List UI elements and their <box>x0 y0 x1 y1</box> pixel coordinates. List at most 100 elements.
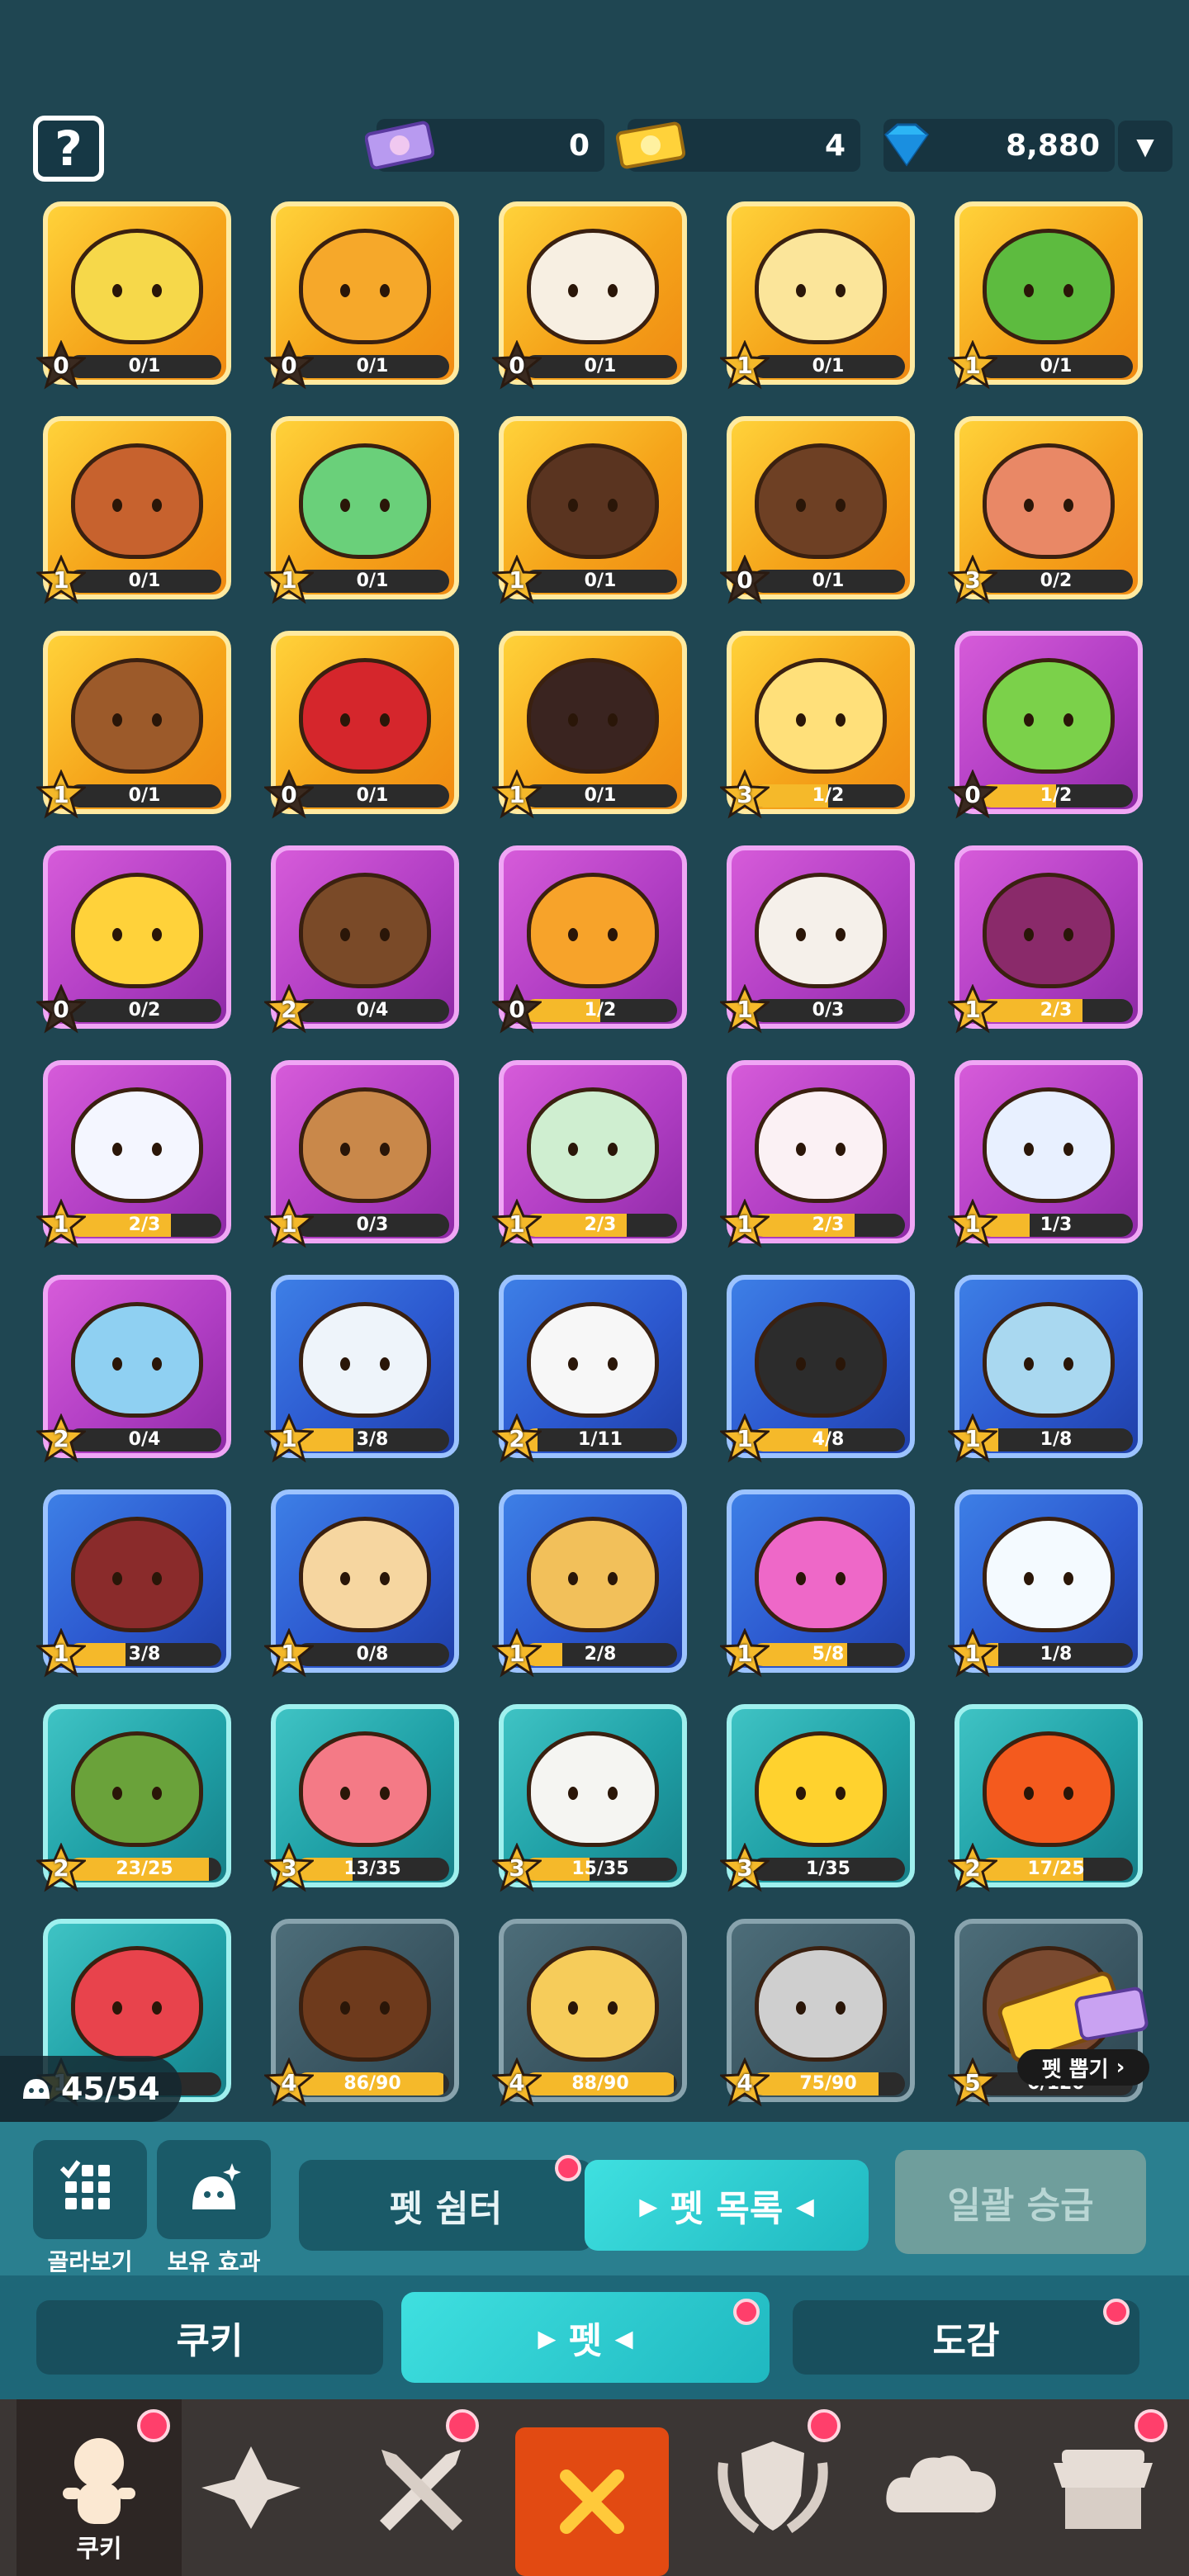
pet-card[interactable]: 5/8 1 <box>720 1489 918 1684</box>
pet-card[interactable]: 0/1 0 <box>492 201 690 396</box>
pet-card[interactable]: 15/35 3 <box>492 1704 690 1899</box>
pet-card[interactable]: 1/11 2 <box>492 1275 690 1470</box>
bulk-upgrade-button[interactable]: 일괄 승급 <box>895 2150 1146 2254</box>
pet-level-star-icon: 4 <box>264 2057 314 2107</box>
pet-card[interactable]: 2/3 1 <box>948 845 1146 1040</box>
pet-card[interactable]: 1/35 3 <box>720 1704 918 1899</box>
nav-rank[interactable] <box>168 2399 334 2576</box>
pet-progress-label: 3/8 <box>128 1644 161 1664</box>
pet-progress-bar: 0/1 <box>523 784 677 807</box>
pet-card[interactable]: 0/1 1 <box>948 201 1146 396</box>
pet-card[interactable]: 1/2 0 <box>492 845 690 1040</box>
pet-portrait <box>299 657 431 774</box>
nav-cookie-notification-dot <box>137 2409 170 2442</box>
pet-progress-label: 75/90 <box>799 2073 857 2094</box>
pet-card[interactable]: 0/8 1 <box>264 1489 462 1684</box>
pet-card[interactable]: 0/3 1 <box>720 845 918 1040</box>
pet-progress-bar: 0/1 <box>68 570 221 593</box>
pet-portrait <box>755 872 887 988</box>
pet-card[interactable]: 86/90 4 <box>264 1919 462 2114</box>
pet-card[interactable]: 1/8 1 <box>948 1489 1146 1684</box>
pet-progress-bar: 0/3 <box>751 999 905 1022</box>
diamond-icon <box>872 116 941 173</box>
nav-battle-notification-dot <box>446 2409 479 2442</box>
nav-guild-notification-dot <box>808 2409 841 2442</box>
pet-card[interactable]: 88/90 4 <box>492 1919 690 2114</box>
pet-level-star-icon: 3 <box>720 769 770 819</box>
pet-card[interactable]: 0/1 0 <box>264 631 462 826</box>
pet-portrait <box>71 1731 203 1847</box>
pet-portrait <box>71 228 203 344</box>
pet-level-star-icon: 4 <box>492 2057 542 2107</box>
pet-card[interactable]: 0/1 0 <box>264 201 462 396</box>
pet-gacha-button[interactable]: 펫 뽑기 › <box>988 1972 1153 2087</box>
pet-card[interactable]: 0/1 1 <box>492 631 690 826</box>
pet-level-star-icon: 3 <box>264 1843 314 1892</box>
top-bar: ? 0 4 8,880 ▼ <box>0 99 1189 190</box>
pet-card[interactable]: 2/8 1 <box>492 1489 690 1684</box>
pet-card[interactable]: 0/2 0 <box>36 845 234 1040</box>
currency-dropdown-button[interactable]: ▼ <box>1118 121 1172 172</box>
pet-card[interactable]: 0/1 1 <box>492 416 690 611</box>
pet-level: 1 <box>964 1210 981 1238</box>
pet-level: 1 <box>964 1424 981 1452</box>
pet-progress-label: 0/1 <box>356 571 389 591</box>
pet-portrait <box>983 657 1115 774</box>
pet-card[interactable]: 23/25 2 <box>36 1704 234 1899</box>
subtab-codex[interactable]: 도감 <box>793 2300 1139 2375</box>
pet-card[interactable]: 75/90 4 <box>720 1919 918 2114</box>
pet-card[interactable]: 1/8 1 <box>948 1275 1146 1470</box>
pet-portrait <box>299 872 431 988</box>
pet-progress-bar: 2/3 <box>751 1214 905 1237</box>
pet-card[interactable]: 1/2 3 <box>720 631 918 826</box>
pet-card[interactable]: 3/8 1 <box>264 1275 462 1470</box>
view-select-button[interactable] <box>33 2140 147 2239</box>
pet-level-star-icon: 1 <box>36 555 86 604</box>
bottom-nav: 쿠키 <box>0 2399 1189 2576</box>
pet-card[interactable]: 2/3 1 <box>36 1060 234 1255</box>
pet-progress-bar: 4/8 <box>751 1428 905 1451</box>
pet-card[interactable]: 3/8 1 <box>36 1489 234 1684</box>
pet-card[interactable]: 1/3 1 <box>948 1060 1146 1255</box>
pet-level-star-icon: 1 <box>492 1628 542 1678</box>
help-button[interactable]: ? <box>33 116 104 182</box>
pet-progress-label: 0/3 <box>356 1215 389 1235</box>
pet-card[interactable]: 2/3 1 <box>720 1060 918 1255</box>
pet-card[interactable]: 17/25 2 <box>948 1704 1146 1899</box>
pet-level: 3 <box>737 780 753 808</box>
subtab-cookie[interactable]: 쿠키 <box>36 2300 383 2375</box>
pet-progress-label: 2/3 <box>812 1215 845 1235</box>
pet-level-star-icon: 3 <box>492 1843 542 1892</box>
pet-progress-bar: 2/3 <box>68 1214 221 1237</box>
pet-portrait <box>527 1087 659 1203</box>
owned-effect-button[interactable] <box>157 2140 271 2239</box>
pet-card[interactable]: 0/4 2 <box>36 1275 234 1470</box>
pet-level: 4 <box>737 2068 753 2096</box>
pet-card[interactable]: 4/8 1 <box>720 1275 918 1470</box>
pet-portrait <box>299 228 431 344</box>
pet-progress-bar: 1/2 <box>979 784 1133 807</box>
pet-card[interactable]: 0/1 1 <box>36 416 234 611</box>
pet-card[interactable]: 0/1 0 <box>36 201 234 396</box>
subtab-pet[interactable]: ▸ 펫 ◂ <box>401 2292 770 2383</box>
pet-card[interactable]: 2/3 1 <box>492 1060 690 1255</box>
pet-card[interactable]: 0/1 1 <box>36 631 234 826</box>
pet-card[interactable]: 0/3 1 <box>264 1060 462 1255</box>
pet-list-button[interactable]: ▸ 펫 목록 ◂ <box>585 2160 869 2251</box>
nav-kingdom[interactable] <box>859 2399 1024 2576</box>
pet-portrait <box>527 1301 659 1418</box>
pet-progress-label: 1/11 <box>578 1429 623 1450</box>
pet-card[interactable]: 0/1 1 <box>264 416 462 611</box>
pet-card[interactable]: 13/35 3 <box>264 1704 462 1899</box>
pet-card[interactable]: 0/4 2 <box>264 845 462 1040</box>
pet-card[interactable]: 0/1 0 <box>720 416 918 611</box>
pet-portrait <box>983 1301 1115 1418</box>
pet-level: 1 <box>509 566 525 594</box>
nav-close-button[interactable] <box>515 2427 669 2576</box>
pet-card[interactable]: 1/2 0 <box>948 631 1146 826</box>
nav-battle[interactable] <box>339 2399 504 2576</box>
pet-shelter-button[interactable]: 펫 쉼터 <box>299 2160 593 2251</box>
pet-portrait <box>983 1087 1115 1203</box>
pet-card[interactable]: 0/2 3 <box>948 416 1146 611</box>
pet-card[interactable]: 0/1 1 <box>720 201 918 396</box>
